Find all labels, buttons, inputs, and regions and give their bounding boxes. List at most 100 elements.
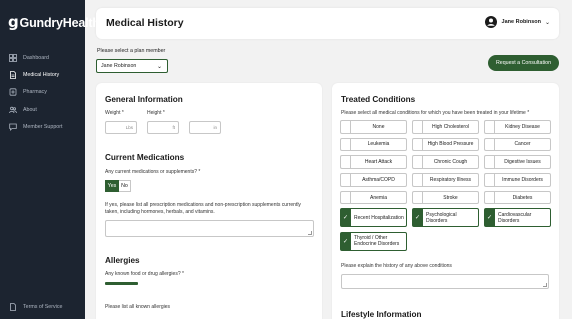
weight-input[interactable]: Lbs [105, 121, 137, 134]
sidebar-item-about[interactable]: About [8, 101, 82, 118]
condition-label: Digestive Issues [494, 155, 551, 169]
condition-option-recent-hospitalization[interactable]: ✓ Recent Hospitalization [340, 208, 407, 228]
sidebar: g GundryHealth Dashboard Medical History… [0, 0, 100, 319]
user-avatar-icon [484, 16, 497, 28]
user-menu[interactable]: Jane Robinson ⌄ [484, 16, 550, 28]
condition-option-high-cholesterol[interactable]: High Cholesterol [412, 120, 479, 134]
condition-label: Leukemia [350, 137, 407, 152]
condition-option-chronic-cough[interactable]: Chronic Cough [412, 155, 479, 169]
lifestyle-title: Lifestyle Information [341, 310, 422, 319]
checkbox[interactable] [340, 155, 350, 169]
condition-label: Immune Disorders [494, 173, 551, 187]
request-consultation-button[interactable]: Request a Consultation [488, 55, 559, 71]
checkmark-icon[interactable]: ✓ [340, 231, 350, 251]
plan-member-select[interactable]: Jane Robinson ⌄ [96, 59, 168, 73]
medications-yes-no: Yes No [105, 180, 131, 192]
condition-option-respiratory-illness[interactable]: Respiratory Illness [412, 173, 479, 187]
sidebar-item-label: Medical History [23, 71, 60, 78]
checkbox[interactable] [340, 190, 350, 205]
condition-option-anemia[interactable]: Anemia [340, 190, 407, 205]
sidebar-item-label: About [23, 106, 37, 113]
height-label: Height * [147, 110, 165, 116]
checkbox[interactable] [412, 190, 422, 205]
sidebar-nav: Dashboard Medical History Pharmacy About… [8, 49, 82, 135]
allergies-question: Any known food or drug allergies? * [105, 271, 184, 277]
brand-name: GundryHealth [19, 15, 100, 30]
height-feet-input[interactable]: ft [147, 121, 179, 134]
condition-option-leukemia[interactable]: Leukemia [340, 137, 407, 152]
condition-label: Psychological Disorders [422, 208, 479, 228]
height-inches-input[interactable]: in [189, 121, 221, 134]
pill-icon [8, 88, 17, 97]
condition-option-psychological-disorders[interactable]: ✓ Psychological Disorders [412, 208, 479, 228]
medications-title: Current Medications [105, 153, 185, 162]
allergies-list-prompt: Please list all known allergies [105, 304, 171, 310]
document-icon [8, 302, 17, 311]
general-info-card: General Information Weight * Height * Lb… [96, 83, 322, 319]
conditions-explain-prompt: Please explain the history of any above … [341, 263, 452, 269]
condition-option-none[interactable]: None [340, 120, 407, 134]
condition-option-heart-attack[interactable]: Heart Attack [340, 155, 407, 169]
condition-label: Cancer [494, 137, 551, 152]
condition-label: Recent Hospitalization [350, 208, 407, 228]
terms-label: Terms of Service [23, 303, 63, 310]
sidebar-item-member-support[interactable]: Member Support [8, 118, 82, 135]
document-icon [8, 70, 17, 79]
medications-list-prompt: If yes, please list all prescription med… [105, 202, 301, 215]
checkbox[interactable] [484, 155, 494, 169]
condition-option-kidney-disease[interactable]: Kidney Disease [484, 120, 551, 134]
condition-option-high-blood-pressure[interactable]: High Blood Pressure [412, 137, 479, 152]
treated-conditions-card: Treated Conditions Please select all med… [332, 83, 559, 319]
brand-logo[interactable]: g GundryHealth [8, 15, 100, 30]
condition-label: Stroke [422, 190, 479, 205]
checkbox[interactable] [484, 190, 494, 205]
chat-icon [8, 122, 17, 131]
user-name: Jane Robinson [501, 19, 541, 25]
height-feet-unit: ft [172, 125, 175, 130]
conditions-textarea[interactable] [341, 274, 549, 289]
condition-label: Heart Attack [350, 155, 407, 169]
medications-no-button[interactable]: No [119, 180, 131, 192]
condition-option-thyroid-other-endocrine-disorders[interactable]: ✓ Thyroid / Other Endocrine Disorders [340, 231, 407, 251]
chevron-down-icon: ⌄ [156, 63, 162, 70]
condition-label: Kidney Disease [494, 120, 551, 134]
checkbox[interactable] [412, 173, 422, 187]
terms-link[interactable]: Terms of Service [8, 302, 62, 311]
condition-option-immune-disorders[interactable]: Immune Disorders [484, 173, 551, 187]
sidebar-item-label: Pharmacy [23, 89, 47, 96]
sidebar-item-label: Member Support [23, 123, 63, 130]
condition-option-cancer[interactable]: Cancer [484, 137, 551, 152]
condition-option-digestive-issues[interactable]: Digestive Issues [484, 155, 551, 169]
conditions-grid: None High Cholesterol Kidney Disease Leukem… [340, 120, 551, 251]
checkbox[interactable] [484, 120, 494, 134]
condition-option-stroke[interactable]: Stroke [412, 190, 479, 205]
sidebar-item-pharmacy[interactable]: Pharmacy [8, 84, 82, 101]
checkmark-icon[interactable]: ✓ [412, 208, 422, 228]
checkmark-icon[interactable]: ✓ [340, 208, 350, 228]
plan-member-value: Jane Robinson [101, 63, 137, 69]
condition-label: Thyroid / Other Endocrine Disorders [350, 231, 407, 251]
condition-label: Asthma/COPD [350, 173, 407, 187]
checkbox[interactable] [340, 137, 350, 152]
condition-option-diabetes[interactable]: Diabetes [484, 190, 551, 205]
checkbox[interactable] [340, 173, 350, 187]
medications-textarea[interactable] [105, 220, 314, 237]
checkbox[interactable] [484, 137, 494, 152]
sidebar-item-medical-history[interactable]: Medical History [8, 66, 82, 83]
allergies-yes-button[interactable] [105, 282, 138, 285]
chevron-down-icon: ⌄ [544, 19, 550, 26]
general-info-title: General Information [105, 95, 183, 104]
condition-label: Chronic Cough [422, 155, 479, 169]
height-inches-unit: in [213, 125, 217, 130]
checkbox[interactable] [412, 155, 422, 169]
condition-option-asthma-copd[interactable]: Asthma/COPD [340, 173, 407, 187]
condition-option-cardiovascular-disorders[interactable]: ✓ Cardiovascular Disorders [484, 208, 551, 228]
checkbox[interactable] [412, 120, 422, 134]
sidebar-item-dashboard[interactable]: Dashboard [8, 49, 82, 66]
checkmark-icon[interactable]: ✓ [484, 208, 494, 228]
checkbox[interactable] [412, 137, 422, 152]
checkbox[interactable] [340, 120, 350, 134]
checkbox[interactable] [484, 173, 494, 187]
condition-label: Anemia [350, 190, 407, 205]
medications-yes-button[interactable]: Yes [105, 180, 119, 192]
